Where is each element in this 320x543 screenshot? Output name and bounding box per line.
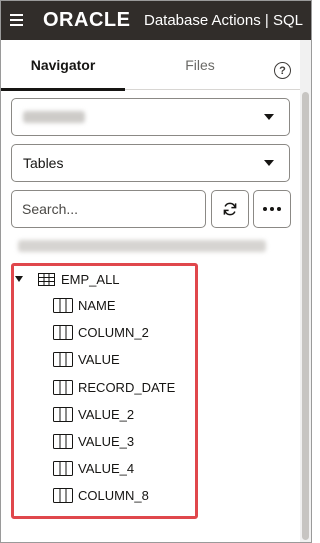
column-label: COLUMN_2 xyxy=(78,324,149,340)
schema-select[interactable] xyxy=(11,98,290,136)
tree-column-node[interactable]: COLUMN_8 xyxy=(53,484,149,506)
tree-column-node[interactable]: NAME xyxy=(53,294,116,316)
tree-column-node[interactable]: VALUE_4 xyxy=(53,457,134,479)
refresh-button[interactable] xyxy=(211,190,249,228)
column-icon xyxy=(53,324,73,340)
tree-column-node[interactable]: VALUE_3 xyxy=(53,430,134,452)
column-icon xyxy=(53,460,73,476)
tree-node-label: EMP_ALL xyxy=(61,271,120,287)
object-type-value: Tables xyxy=(23,155,64,171)
object-type-select[interactable]: Tables xyxy=(11,144,290,182)
app-title: Database Actions | SQL xyxy=(144,12,303,29)
oracle-logo: ORACLE xyxy=(43,9,131,31)
tree-column-node[interactable]: COLUMN_2 xyxy=(53,321,149,343)
expand-triangle-icon[interactable] xyxy=(15,276,23,282)
column-label: RECORD_DATE xyxy=(78,379,176,395)
scrollbar-thumb[interactable] xyxy=(302,92,309,540)
column-label: NAME xyxy=(78,297,116,313)
column-icon xyxy=(53,379,73,395)
chevron-down-icon xyxy=(264,114,274,120)
schema-select-redacted xyxy=(23,111,85,123)
column-label: VALUE_3 xyxy=(78,433,135,449)
tab-bar: Navigator Files ? xyxy=(1,40,300,91)
search-input[interactable] xyxy=(11,190,206,228)
column-icon xyxy=(53,297,73,313)
tab-files[interactable]: Files xyxy=(125,40,275,90)
table-icon xyxy=(38,272,55,286)
connection-node-redacted[interactable] xyxy=(18,238,266,254)
app-header: ORACLE Database Actions | SQL xyxy=(1,1,311,40)
tree-column-node[interactable]: VALUE xyxy=(53,348,120,370)
tab-navigator[interactable]: Navigator xyxy=(1,40,125,91)
column-label: VALUE_2 xyxy=(78,406,135,422)
more-options-button[interactable] xyxy=(253,190,291,228)
chevron-down-icon xyxy=(264,160,274,166)
refresh-icon xyxy=(223,202,237,216)
column-label: COLUMN_8 xyxy=(78,487,149,503)
column-icon xyxy=(53,487,73,503)
tree-column-node[interactable]: RECORD_DATE xyxy=(53,376,175,398)
tree-node-emp-all[interactable]: EMP_ALL xyxy=(15,268,120,290)
column-icon xyxy=(53,433,73,449)
column-label: VALUE_4 xyxy=(78,460,135,476)
more-options-icon xyxy=(263,207,281,211)
column-icon xyxy=(53,351,73,367)
help-icon[interactable]: ? xyxy=(274,62,291,79)
column-label: VALUE xyxy=(78,351,120,367)
hamburger-menu-icon[interactable] xyxy=(10,14,23,26)
column-icon xyxy=(53,406,73,422)
tree-column-node[interactable]: VALUE_2 xyxy=(53,403,134,425)
